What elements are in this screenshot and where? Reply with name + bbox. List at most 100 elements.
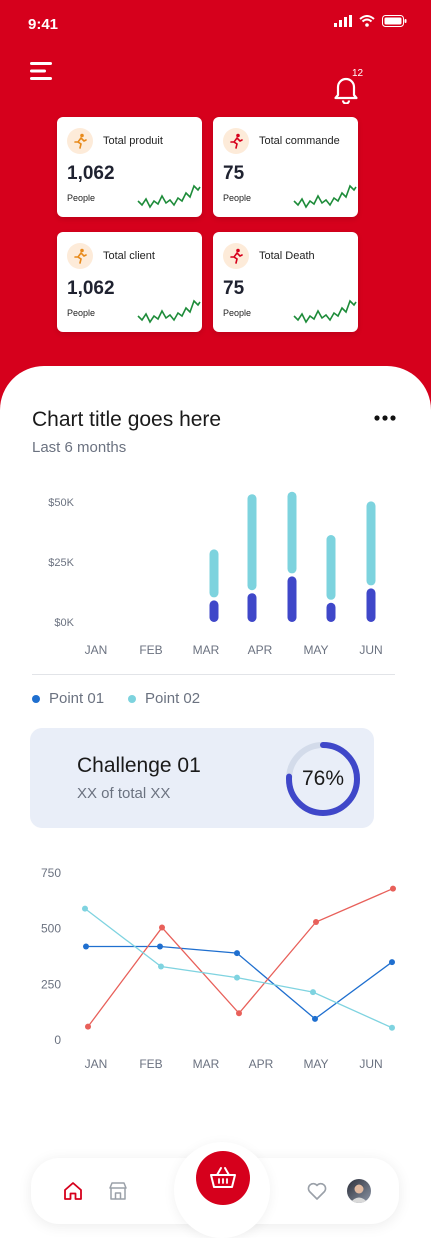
- home-icon: [64, 1182, 82, 1200]
- x-tick-label: APR: [249, 1057, 274, 1071]
- stat-card-deaths[interactable]: Total Death 75 People: [213, 232, 358, 332]
- bar-chart: $0K $25K $50K JAN FEB MAR APR MAY JUN: [48, 491, 383, 657]
- line-point: [312, 1015, 318, 1022]
- stat-value: 75: [223, 278, 245, 299]
- x-tick-label: MAY: [303, 1057, 328, 1071]
- bar-point-02: [326, 535, 336, 600]
- x-tick-label: JUN: [359, 643, 382, 657]
- stat-value: 1,062: [67, 278, 115, 299]
- stat-label: Total client: [103, 250, 155, 262]
- y-tick-label: 0: [54, 1033, 61, 1047]
- x-tick-label: JAN: [85, 1057, 108, 1071]
- notification-count: 12: [352, 68, 364, 79]
- x-tick-label: APR: [248, 643, 273, 657]
- y-tick-label: $50K: [48, 497, 74, 509]
- line-point: [157, 943, 163, 950]
- bar-point-01: [209, 600, 219, 622]
- line-point: [234, 974, 240, 981]
- sparkline: [137, 299, 201, 324]
- bottom-navigation: [31, 1142, 399, 1238]
- y-tick-label: $25K: [48, 557, 74, 569]
- x-tick-label: FEB: [139, 643, 162, 657]
- stat-card-products[interactable]: Total produit 1,062 People: [57, 117, 202, 217]
- running-person-icon: [67, 128, 93, 154]
- x-tick-label: JUN: [359, 1057, 382, 1071]
- sparkline: [137, 184, 201, 209]
- line-point: [83, 943, 89, 950]
- x-tick-label: MAY: [303, 643, 328, 657]
- y-tick-label: 750: [41, 866, 61, 880]
- stat-label: Total produit: [103, 135, 163, 147]
- status-bar: 9:41: [0, 0, 431, 46]
- line-point: [389, 1024, 395, 1031]
- battery-icon: [382, 15, 407, 27]
- running-person-icon: [67, 243, 93, 269]
- legend-label: Point 02: [145, 690, 201, 707]
- line-point: [236, 1010, 242, 1017]
- legend-dot: [32, 694, 40, 703]
- sparkline: [293, 184, 357, 209]
- y-tick-label: $0K: [54, 617, 74, 629]
- nav-store-button[interactable]: [107, 1180, 129, 1207]
- stat-label: Total Death: [259, 250, 315, 262]
- line-point: [313, 918, 319, 925]
- line-chart: 0 250 500 750 JAN FEB MAR APR MAY JUN: [41, 866, 396, 1071]
- legend-label: Point 01: [49, 690, 105, 707]
- x-tick-label: MAR: [193, 1057, 220, 1071]
- challenge-title: Challenge 01: [77, 754, 201, 777]
- line-point: [82, 905, 88, 912]
- x-tick-label: FEB: [139, 1057, 162, 1071]
- avatar[interactable]: [347, 1179, 371, 1203]
- line-point: [159, 924, 165, 931]
- legend-item-point-01: Point 01: [32, 690, 104, 707]
- stat-label: Total commande: [259, 135, 340, 147]
- bar-point-02: [366, 501, 376, 586]
- stat-card-orders[interactable]: Total commande 75 People: [213, 117, 358, 217]
- bar-point-02: [209, 549, 219, 598]
- nav-favorites-button[interactable]: [306, 1180, 328, 1207]
- wifi-icon: [359, 15, 375, 27]
- line-point: [310, 989, 316, 996]
- running-person-icon: [223, 243, 249, 269]
- stat-value: 75: [223, 163, 245, 184]
- line-series: [86, 945, 393, 1020]
- hamburger-menu-icon: [30, 62, 52, 80]
- nav-home-button[interactable]: [62, 1180, 84, 1207]
- sparkline: [293, 299, 357, 324]
- line-point: [158, 963, 164, 970]
- chart-title: Chart title goes here: [32, 408, 222, 431]
- status-time: 9:41: [28, 16, 59, 33]
- chart-legend: Point 01 Point 02: [32, 690, 200, 707]
- bar-point-02: [287, 491, 297, 574]
- x-tick-label: JAN: [85, 643, 108, 657]
- stat-unit: People: [67, 193, 96, 203]
- cart-button[interactable]: [196, 1151, 250, 1205]
- store-icon: [109, 1182, 127, 1200]
- basket-icon: [210, 1167, 236, 1188]
- bar-point-01: [287, 576, 297, 622]
- signal-icon: [334, 15, 352, 27]
- bar-point-01: [326, 602, 336, 622]
- line-point: [85, 1023, 91, 1030]
- heart-icon: [307, 1182, 327, 1200]
- legend-item-point-02: Point 02: [128, 690, 200, 707]
- challenge-subtitle: XX of total XX: [77, 785, 171, 802]
- stat-unit: People: [223, 308, 252, 318]
- stat-card-clients[interactable]: Total client 1,062 People: [57, 232, 202, 332]
- status-icons: [334, 15, 407, 27]
- divider: [32, 674, 395, 675]
- stat-unit: People: [223, 193, 252, 203]
- x-tick-label: MAR: [193, 643, 220, 657]
- more-dots-icon: [374, 415, 396, 421]
- stat-unit: People: [67, 308, 96, 318]
- line-point: [234, 950, 240, 957]
- challenge-card[interactable]: Challenge 01 XX of total XX 76%: [30, 728, 374, 828]
- bar-point-01: [247, 593, 257, 622]
- stat-value: 1,062: [67, 163, 115, 184]
- menu-button[interactable]: [28, 60, 54, 82]
- line-point: [389, 959, 395, 966]
- y-tick-label: 500: [41, 922, 61, 936]
- challenge-percent: 76%: [301, 767, 345, 790]
- more-options-button[interactable]: [372, 408, 398, 428]
- chart-subtitle: Last 6 months: [32, 439, 127, 456]
